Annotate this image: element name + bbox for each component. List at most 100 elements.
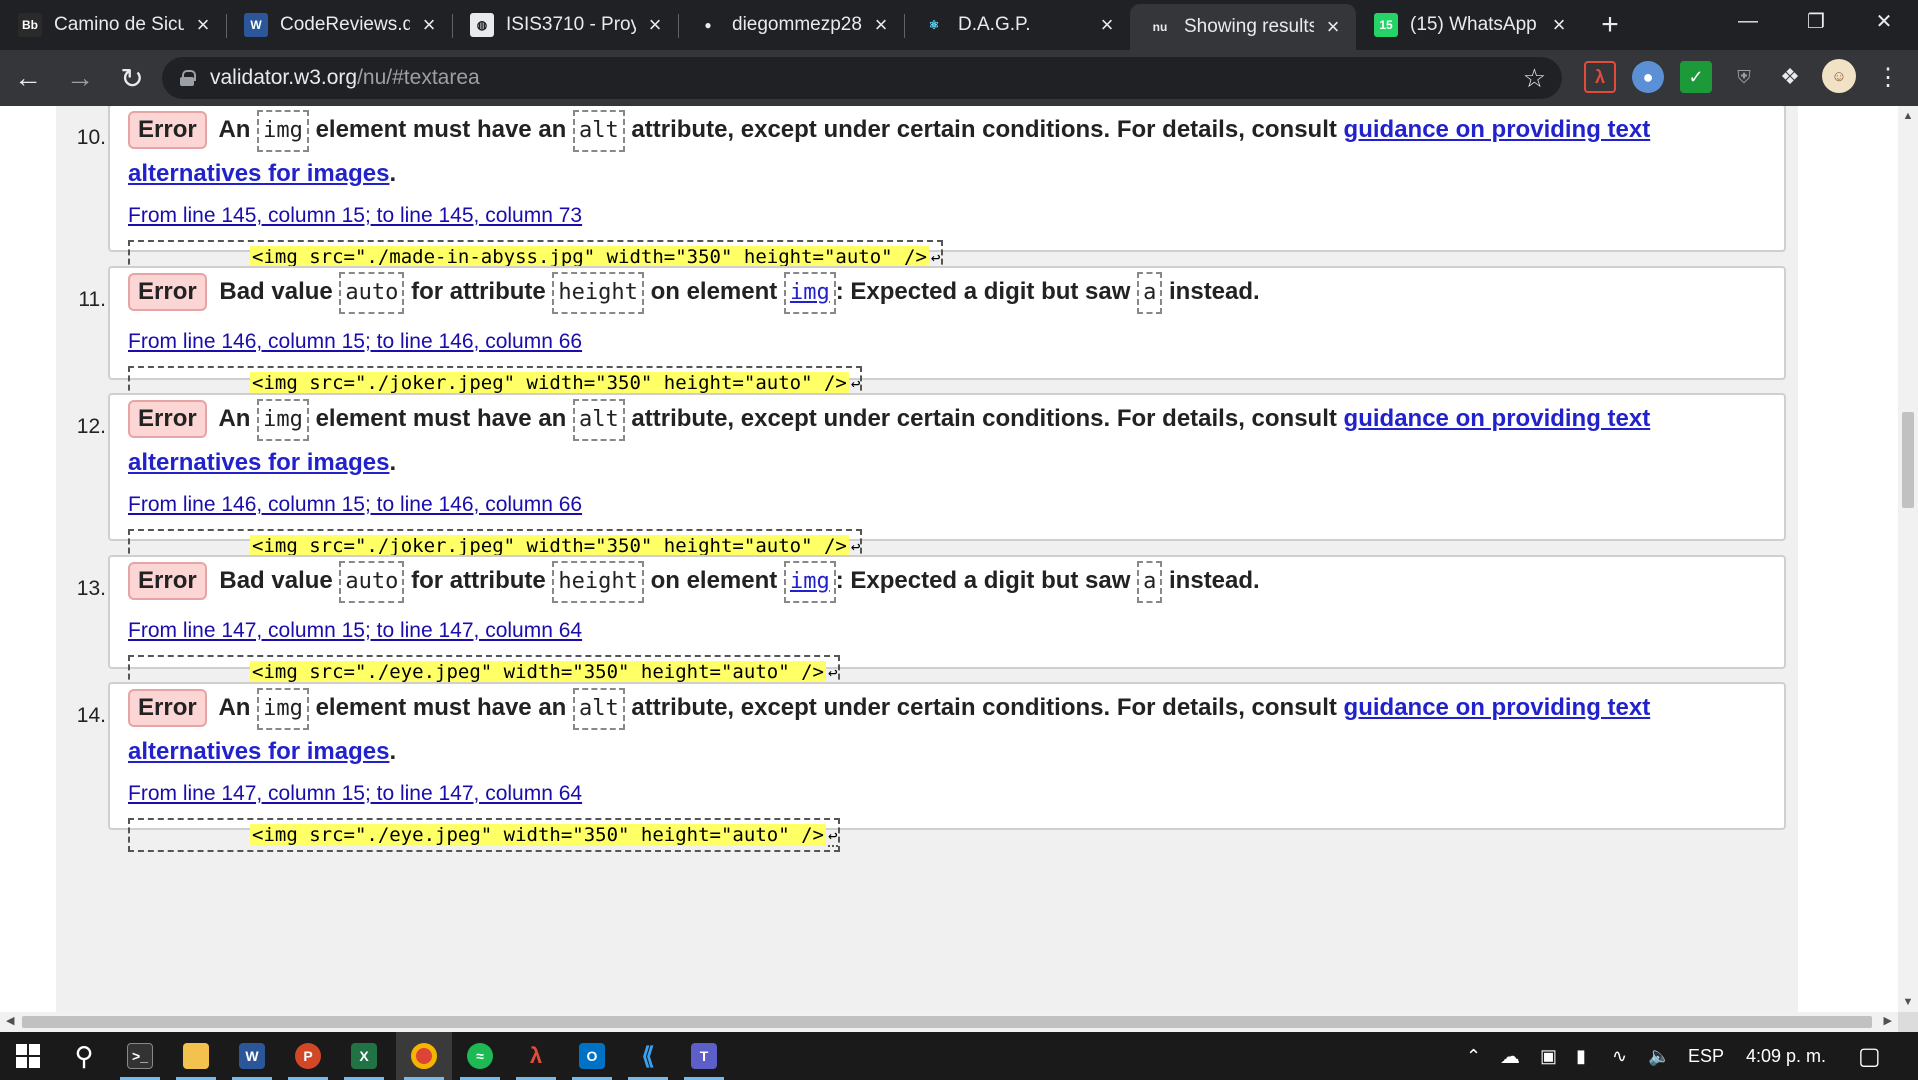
code-img: img (257, 688, 309, 730)
restore-icon[interactable]: ❐ (1782, 0, 1850, 42)
highlighted-code: <img src="./joker.jpeg" width="350" heig… (250, 535, 849, 557)
tab-title: (15) WhatsApp (1410, 14, 1537, 35)
location-link[interactable]: From line 146, column 15; to line 146, c… (128, 493, 582, 517)
scroll-up-icon[interactable]: ▲ (1898, 110, 1918, 122)
validation-message: 10. Error An img element must have an alt… (77, 106, 1786, 274)
file-explorer-taskbar-icon[interactable] (168, 1032, 224, 1080)
close-window-icon[interactable]: ✕ (1850, 0, 1918, 42)
tab-close-icon[interactable]: × (1548, 12, 1570, 38)
code-alt: alt (573, 399, 625, 441)
browser-tab[interactable]: ◍ ISIS3710 - Proye × (452, 0, 678, 50)
location-link[interactable]: From line 145, column 15; to line 145, c… (128, 204, 582, 228)
browser-tab[interactable]: nu Showing results × (1130, 4, 1356, 50)
return-symbol: ↩ (827, 826, 838, 847)
window-controls: — ❐ ✕ (1714, 0, 1918, 42)
message-text-continued: alternatives for images. (128, 730, 396, 774)
bookmark-star-icon[interactable]: ☆ (1523, 63, 1546, 94)
chrome-taskbar-icon[interactable] (396, 1032, 452, 1080)
notifications-icon[interactable]: ▢ (1858, 1032, 1881, 1080)
reload-icon[interactable]: ↻ (108, 54, 156, 102)
browser-tab[interactable]: W CodeReviews.do × (226, 0, 452, 50)
img-element-link[interactable]: img (790, 569, 830, 594)
shield-icon[interactable]: ⛨ (1728, 61, 1760, 93)
back-arrow-icon[interactable]: ← (4, 54, 52, 102)
battery-icon[interactable]: ▮ (1576, 1032, 1586, 1080)
guidance-link[interactable]: guidance on providing text (1344, 405, 1651, 432)
message-word: attribute, except under certain conditio… (631, 116, 1337, 143)
message-word: element must have an (315, 405, 567, 432)
language-indicator[interactable]: ESP (1688, 1032, 1724, 1080)
message-number: 13. (76, 577, 106, 600)
img-element-link[interactable]: img (790, 280, 830, 305)
scroll-left-icon[interactable]: ◀ (6, 1014, 14, 1027)
highlighted-code: <img src="./made-in-abyss.jpg" width="35… (250, 246, 929, 268)
location-link[interactable]: From line 146, column 15; to line 146, c… (128, 330, 582, 354)
vscode-taskbar-icon[interactable]: ⟪ (620, 1032, 676, 1080)
lock-icon[interactable] (180, 70, 196, 86)
acrobat-taskbar-icon[interactable]: λ (508, 1032, 564, 1080)
location-link[interactable]: From line 147, column 15; to line 147, c… (128, 782, 582, 806)
wifi-icon[interactable]: ∿ (1612, 1032, 1627, 1080)
error-badge: Error (128, 111, 207, 149)
message-word: element must have an (315, 694, 567, 721)
code-img-link[interactable]: img (783, 561, 836, 603)
tab-close-icon[interactable]: × (1322, 14, 1344, 40)
search-icon[interactable]: ⚲ (56, 1032, 112, 1080)
horizontal-scrollbar[interactable]: ◀ ▶ (0, 1012, 1898, 1032)
return-symbol: ↩ (827, 663, 838, 684)
tab-close-icon[interactable]: × (1096, 12, 1118, 38)
tab-close-icon[interactable]: × (418, 12, 440, 38)
return-symbol: ↩ (850, 374, 861, 395)
tab-close-icon[interactable]: × (870, 12, 892, 38)
browser-tab[interactable]: ⚛ D.A.G.P. × (904, 0, 1130, 50)
message-period: . (389, 160, 397, 187)
location-link[interactable]: From line 147, column 15; to line 147, c… (128, 619, 582, 643)
puzzle-extensions-icon[interactable]: ❖ (1774, 61, 1806, 93)
menu-dots-icon[interactable]: ⋮ (1872, 61, 1904, 93)
scroll-down-icon[interactable]: ▼ (1898, 996, 1918, 1008)
tab-close-icon[interactable]: × (192, 12, 214, 38)
windows-start-icon[interactable] (0, 1032, 56, 1080)
spotify-taskbar-icon[interactable]: ≈ (452, 1032, 508, 1080)
message-word: : Expected a digit but saw (835, 278, 1131, 305)
terminal-taskbar-icon[interactable]: >_ (112, 1032, 168, 1080)
vertical-scroll-thumb[interactable] (1902, 412, 1914, 508)
vertical-scrollbar[interactable]: ▲ ▼ (1898, 106, 1918, 1012)
excel-taskbar-icon[interactable]: X (336, 1032, 392, 1080)
message-word: Bad value (219, 278, 333, 305)
address-bar[interactable]: validator.w3.org/nu/#textarea ☆ (162, 57, 1562, 99)
guidance-link-continued[interactable]: alternatives for images (128, 449, 389, 476)
checkmark-extension-icon[interactable]: ✓ (1680, 61, 1712, 93)
new-tab-button[interactable]: + (1582, 0, 1638, 50)
browser-tab[interactable]: 15 (15) WhatsApp × (1356, 0, 1582, 50)
powerpoint-taskbar-icon[interactable]: P (280, 1032, 336, 1080)
tray-overflow-icon[interactable]: ⌃ (1466, 1032, 1481, 1080)
profile-avatar[interactable]: ☺ (1822, 59, 1856, 93)
extension-circle-icon[interactable]: ● (1632, 61, 1664, 93)
guidance-link-continued[interactable]: alternatives for images (128, 160, 389, 187)
code-alt: alt (573, 688, 625, 730)
message-text-continued: alternatives for images. (128, 441, 396, 485)
onedrive-icon[interactable]: ☁ (1500, 1032, 1520, 1080)
volume-icon[interactable]: 🔈 (1648, 1032, 1670, 1080)
scroll-right-icon[interactable]: ▶ (1884, 1014, 1892, 1027)
code-img-link[interactable]: img (783, 272, 836, 314)
minimize-icon[interactable]: — (1714, 0, 1782, 42)
message-number: 14. (76, 704, 106, 727)
word-taskbar-icon[interactable]: W (224, 1032, 280, 1080)
browser-tab[interactable]: ● diegommezp28/ × (678, 0, 904, 50)
highlighted-code: <img src="./eye.jpeg" width="350" height… (250, 824, 826, 846)
tray-app-icon[interactable]: ▣ (1540, 1032, 1557, 1080)
pdf-extension-icon[interactable]: λ (1584, 61, 1616, 93)
guidance-link[interactable]: guidance on providing text (1344, 694, 1651, 721)
clock[interactable]: 4:09 p. m. (1746, 1032, 1826, 1080)
browser-tab[interactable]: Bb Camino de Sicua × (0, 0, 226, 50)
tab-strip: Bb Camino de Sicua × W CodeReviews.do × ◍ ISIS3… (0, 0, 1918, 50)
guidance-link-continued[interactable]: alternatives for images (128, 738, 389, 765)
tab-close-icon[interactable]: × (644, 12, 666, 38)
guidance-link[interactable]: guidance on providing text (1344, 116, 1651, 143)
horizontal-scroll-thumb[interactable] (22, 1016, 1872, 1028)
forward-arrow-icon[interactable]: → (56, 54, 104, 102)
teams-taskbar-icon[interactable]: T (676, 1032, 732, 1080)
outlook-taskbar-icon[interactable]: O (564, 1032, 620, 1080)
